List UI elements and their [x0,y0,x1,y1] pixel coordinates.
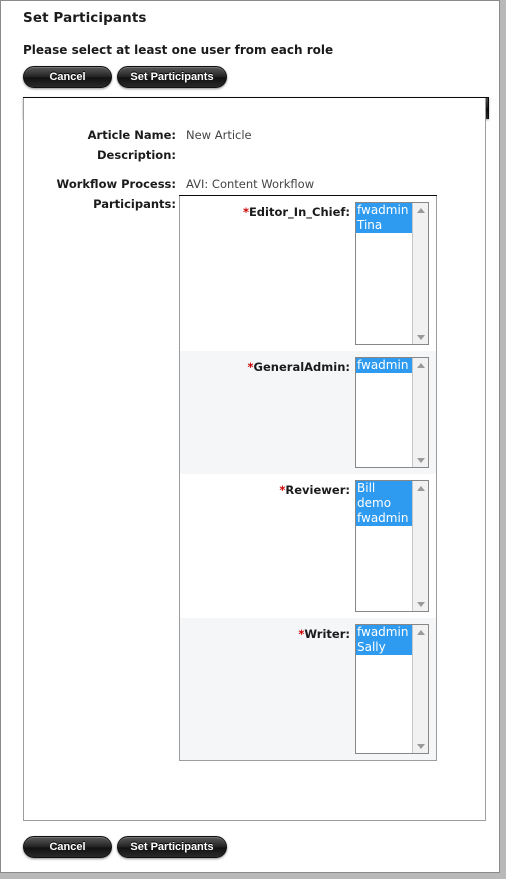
scroll-down-arrow-icon[interactable] [415,599,426,609]
scroll-up-arrow-icon[interactable] [415,627,426,637]
cancel-button-bottom[interactable]: Cancel [23,836,112,858]
table-row: *Writer: fwadmin Sally [180,618,436,760]
user-option[interactable]: fwadmin [356,358,412,373]
field-label-workflow-process: Workflow Process: [56,177,176,191]
scroll-up-arrow-icon[interactable] [415,483,426,493]
field-label-participants: Participants: [93,197,176,211]
user-option[interactable]: Tina [356,218,412,233]
users-listbox[interactable]: Bill demo fwadmin [355,480,429,612]
page-title: Set Participants [23,10,147,26]
role-label: *Writer: [298,627,350,641]
role-label: *GeneralAdmin: [247,360,350,374]
required-asterisk: * [298,627,305,641]
required-asterisk: * [247,360,254,374]
user-option[interactable]: demo [356,496,412,511]
user-option[interactable]: Sally [356,640,412,655]
required-asterisk: * [279,483,286,497]
users-listbox[interactable]: fwadmin Tina [355,202,429,345]
user-option[interactable]: fwadmin [356,203,412,218]
scroll-down-arrow-icon[interactable] [415,332,426,342]
user-option[interactable]: fwadmin [356,625,412,640]
users-option-list[interactable]: fwadmin [356,358,412,467]
field-label-description: Description: [97,148,176,162]
table-row: *Reviewer: Bill demo fwadmin [180,474,436,618]
table-row: *Editor_In_Chief: fwadmin Tina [180,196,436,351]
participants-table: *Editor_In_Chief: fwadmin Tina *GeneralAdmi… [179,196,437,761]
set-participants-button-top[interactable]: Set Participants [117,66,227,88]
field-value-workflow-process: AVI: Content Workflow [186,177,315,191]
listbox-scrollbar[interactable] [412,625,428,753]
field-value-article-name: New Article [186,128,252,142]
user-option[interactable]: Bill [356,481,412,496]
users-option-list[interactable]: fwadmin Tina [356,203,412,344]
scroll-up-arrow-icon[interactable] [415,205,426,215]
listbox-scrollbar[interactable] [412,358,428,467]
instruction-text: Please select at least one user from eac… [23,43,334,57]
table-row: *GeneralAdmin: fwadmin [180,351,436,474]
details-panel: Article Name: New Article Description: W… [23,98,486,821]
set-participants-button-bottom[interactable]: Set Participants [117,836,227,858]
users-option-list[interactable]: fwadmin Sally [356,625,412,753]
role-label: *Reviewer: [279,483,350,497]
listbox-scrollbar[interactable] [412,203,428,344]
users-listbox[interactable]: fwadmin [355,357,429,468]
cancel-button-top[interactable]: Cancel [23,66,112,88]
scroll-down-arrow-icon[interactable] [415,455,426,465]
scroll-down-arrow-icon[interactable] [415,741,426,751]
field-label-article-name: Article Name: [87,128,176,142]
users-option-list[interactable]: Bill demo fwadmin [356,481,412,611]
role-label: *Editor_In_Chief: [242,205,350,219]
users-listbox[interactable]: fwadmin Sally [355,624,429,754]
scroll-up-arrow-icon[interactable] [415,360,426,370]
user-option[interactable]: fwadmin [356,511,412,526]
listbox-scrollbar[interactable] [412,481,428,611]
required-asterisk: * [242,205,249,219]
dialog-page: Set Participants Please select at least … [0,0,500,873]
